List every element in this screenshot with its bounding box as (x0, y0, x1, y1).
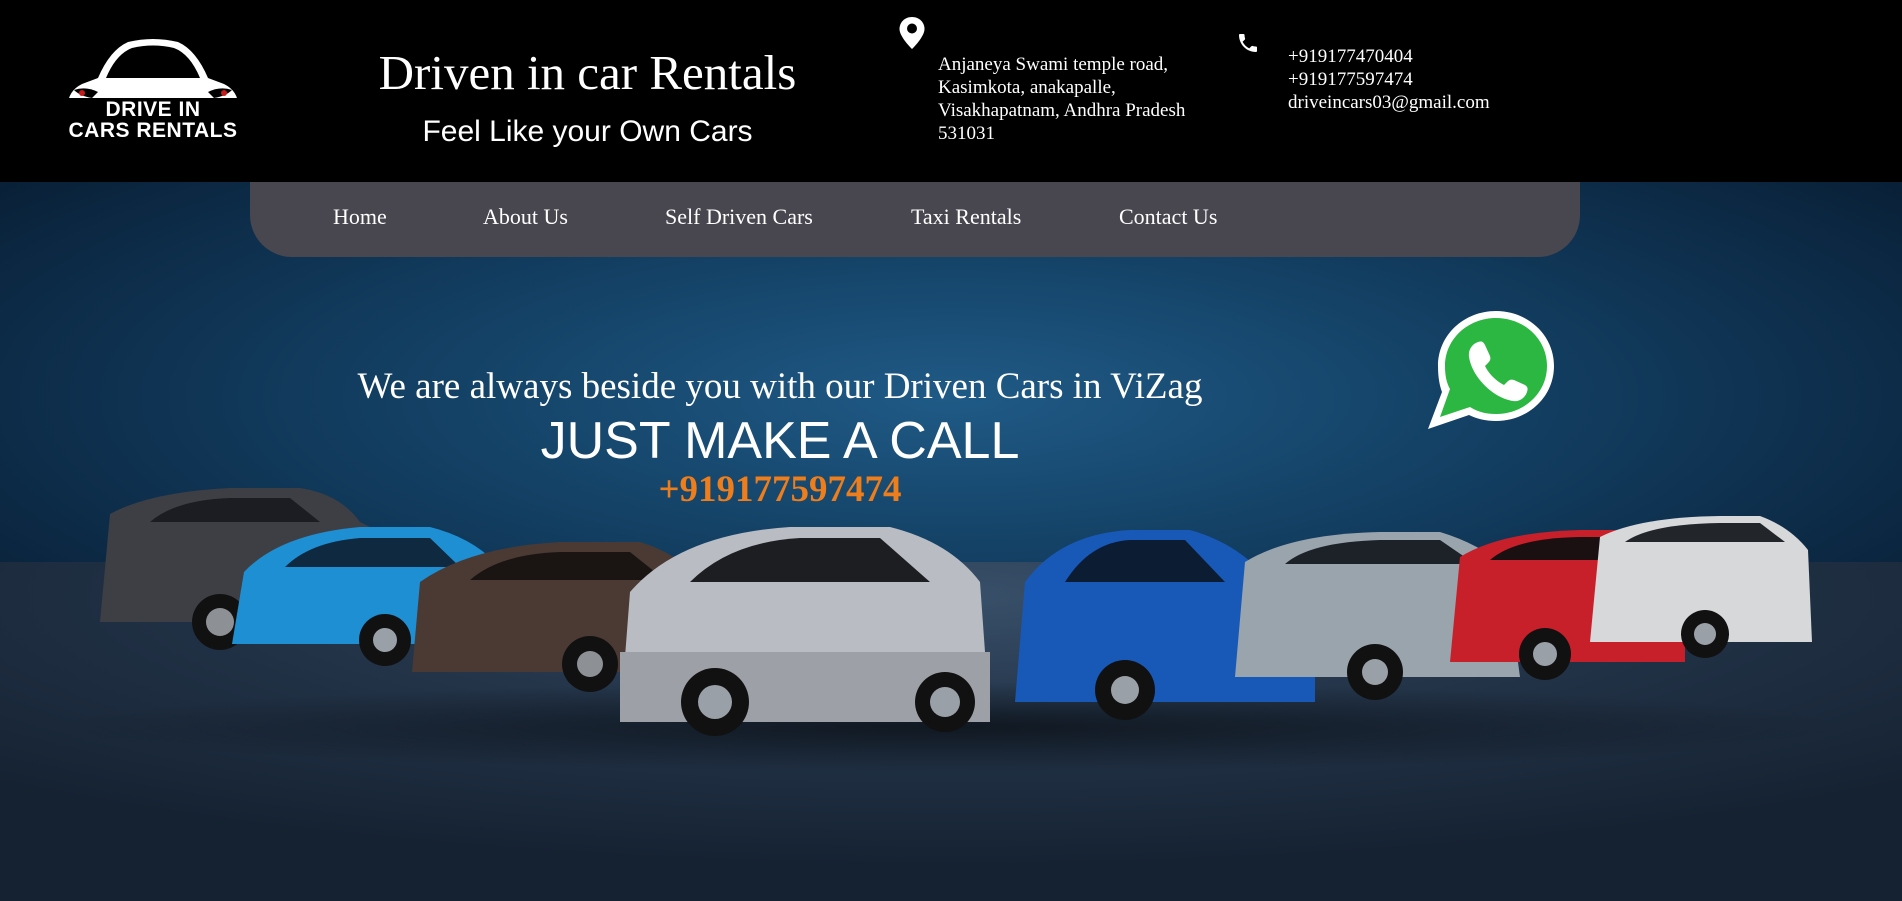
address-line: Visakhapatnam, Andhra Pradesh (938, 100, 1186, 121)
phone-icon (1239, 34, 1257, 52)
contact-phone-2[interactable]: +919177597474 (1288, 68, 1490, 91)
nav-item-self-driven-cars[interactable]: Self Driven Cars (665, 204, 813, 230)
logo-text-line1: DRIVE IN (105, 98, 201, 121)
nav-item-about-us[interactable]: About Us (483, 204, 568, 230)
brand-title: Driven in car Rentals (378, 45, 797, 100)
contact-phone-1[interactable]: +919177470404 (1288, 45, 1490, 68)
nav-item-taxi-rentals[interactable]: Taxi Rentals (911, 204, 1021, 230)
brand-tagline: Feel Like your Own Cars (422, 115, 753, 148)
main-nav: Home About Us Self Driven Cars Taxi Rent… (250, 182, 1580, 257)
site-logo[interactable]: DRIVE IN CARS RENTALS (58, 32, 248, 147)
address-line: Anjaneya Swami temple road, (938, 54, 1169, 75)
nav-item-contact-us[interactable]: Contact Us (1119, 204, 1217, 230)
address-line: 531031 (938, 123, 995, 144)
car-lineup-image (50, 488, 1850, 772)
address-block: Anjaneya Swami temple road, Kasimkota, a… (938, 53, 1238, 145)
site-header: DRIVE IN CARS RENTALS Driven in car Rent… (0, 0, 1902, 182)
hero-call-to-action: JUST MAKE A CALL (540, 412, 1020, 470)
whatsapp-icon[interactable] (1424, 308, 1562, 432)
logo-text-line2: CARS RENTALS (68, 119, 238, 142)
address-line: Kasimkota, anakapalle, (938, 77, 1116, 98)
hero-phone-number[interactable]: +919177597474 (300, 468, 1260, 511)
location-pin-icon (899, 17, 925, 49)
contact-email[interactable]: driveincars03@gmail.com (1288, 91, 1490, 114)
hero-heading: We are always beside you with our Driven… (357, 366, 1203, 407)
nav-item-home[interactable]: Home (333, 204, 387, 230)
contact-block: +919177470404 +919177597474 driveincars0… (1288, 45, 1490, 114)
